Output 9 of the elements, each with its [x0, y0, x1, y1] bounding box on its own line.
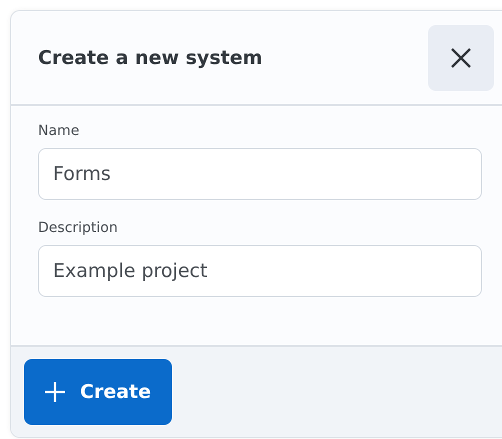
dialog-title: Create a new system [38, 46, 262, 68]
input-field[interactable]: Forms [38, 148, 482, 200]
close-button[interactable] [428, 24, 494, 90]
input-field[interactable]: Example project [38, 245, 482, 297]
plus-icon [44, 381, 66, 403]
field-label: Name [38, 123, 80, 139]
field-label: Description [38, 220, 119, 236]
close-icon [449, 46, 473, 70]
create-button[interactable]: Create [24, 359, 172, 425]
